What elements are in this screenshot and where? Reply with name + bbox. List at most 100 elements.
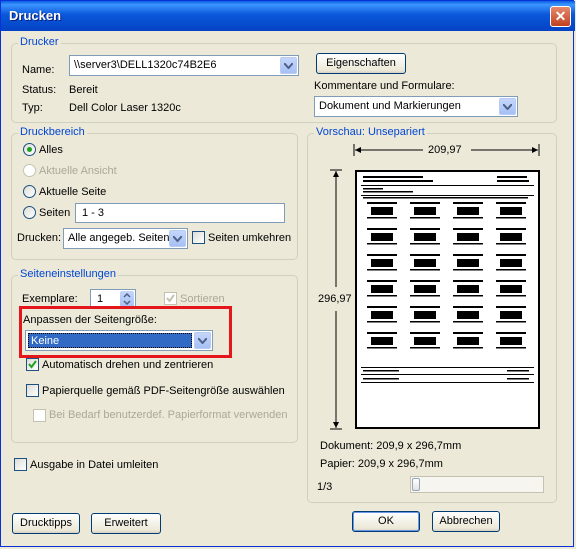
- properties-button-label: Eigenschaften: [326, 57, 396, 69]
- annotation-highlight-box: [19, 306, 232, 358]
- thumbnail-label-text: [410, 202, 440, 204]
- paper-source-label[interactable]: Papierquelle gemäß PDF-Seitengröße auswä…: [42, 385, 285, 397]
- thumbnail-label-text: [453, 269, 483, 271]
- thumbnail-barcode: [500, 311, 522, 319]
- thumbnail-barcode: [500, 259, 522, 267]
- range-current-page-radio[interactable]: [23, 185, 36, 198]
- thumbnail-label-text: [367, 202, 397, 204]
- reverse-pages-label[interactable]: Seiten umkehren: [208, 232, 291, 244]
- thumbnail-label-text: [496, 202, 526, 204]
- thumbnail-label-text: [410, 295, 440, 297]
- pages-input[interactable]: 1 - 3: [75, 203, 285, 223]
- page-preview: [355, 170, 540, 429]
- print-to-file-label[interactable]: Ausgabe in Datei umleiten: [30, 459, 158, 471]
- thumbnail-label-text: [367, 280, 397, 282]
- thumbnail-label-text: [410, 217, 440, 219]
- close-button[interactable]: ✕: [550, 6, 571, 27]
- height-dimension: 296,97: [318, 293, 352, 305]
- range-all-label[interactable]: Alles: [39, 144, 63, 156]
- page-counter: 1/3: [317, 481, 333, 493]
- thumbnail-label-text: [410, 321, 440, 323]
- thumbnail-label-text: [496, 306, 526, 308]
- print-subset-select[interactable]: Alle angegeb. Seiten: [63, 228, 188, 249]
- page-slider-track[interactable]: [410, 476, 544, 493]
- reverse-pages-checkbox[interactable]: [192, 231, 205, 244]
- thumbnail-label-text: [367, 332, 397, 334]
- thumbnail-barcode: [371, 233, 393, 241]
- thumbnail-label-text: [410, 280, 440, 282]
- print-subset-value: Alle angegeb. Seiten: [68, 232, 170, 244]
- thumbnail-barcode: [457, 207, 479, 215]
- auto-rotate-checkbox[interactable]: [26, 358, 39, 371]
- thumbnail-label-text: [453, 228, 483, 230]
- page-thumbnail-image: [361, 176, 534, 383]
- thumbnail-label-text: [496, 347, 526, 349]
- close-icon: ✕: [554, 8, 567, 24]
- range-all-radio[interactable]: [23, 143, 36, 156]
- status-value: Bereit: [69, 84, 98, 96]
- page-setup-title: Seiteneinstellungen: [18, 268, 119, 280]
- paper-size: Papier: 209,9 x 296,7mm: [320, 458, 443, 470]
- comments-value: Dokument und Markierungen: [319, 100, 461, 112]
- thumbnail-barcode: [500, 337, 522, 345]
- thumbnail-barcode: [414, 259, 436, 267]
- thumbnail-barcode: [500, 285, 522, 293]
- printer-name-label: Name:: [22, 64, 55, 76]
- ok-button[interactable]: OK: [352, 511, 420, 532]
- comments-select[interactable]: Dokument und Markierungen: [314, 96, 518, 117]
- copies-label: Exemplare:: [22, 293, 78, 305]
- range-current-view-label: Aktuelle Ansicht: [39, 165, 117, 177]
- thumbnail-barcode: [500, 207, 522, 215]
- advanced-button[interactable]: Erweitert: [91, 513, 161, 534]
- thumbnail-label-text: [496, 295, 526, 297]
- print-to-file-checkbox[interactable]: [14, 458, 27, 471]
- thumbnail-label-text: [496, 228, 526, 230]
- thumbnail-barcode: [414, 233, 436, 241]
- print-tips-button[interactable]: Drucktipps: [12, 513, 80, 534]
- range-pages-radio[interactable]: [23, 206, 36, 219]
- thumbnail-barcode: [371, 207, 393, 215]
- thumbnail-label-text: [367, 243, 397, 245]
- printer-name-value: \\server3\DELL1320c74B2E6: [74, 59, 217, 71]
- range-pages-label[interactable]: Seiten: [39, 207, 70, 219]
- thumbnail-barcode: [457, 285, 479, 293]
- chevron-down-icon[interactable]: [169, 230, 186, 247]
- window-title: Drucken: [9, 8, 62, 23]
- document-size: Dokument: 209,9 x 296,7mm: [320, 440, 462, 452]
- thumbnail-label-text: [496, 321, 526, 323]
- properties-button[interactable]: Eigenschaften: [316, 53, 406, 74]
- thumbnail-label-text: [453, 321, 483, 323]
- chevron-down-icon[interactable]: [280, 57, 297, 74]
- thumbnail-barcode: [371, 259, 393, 267]
- thumbnail-label-text: [496, 254, 526, 256]
- print-subset-label: Drucken:: [17, 232, 62, 244]
- thumbnail-label-text: [496, 332, 526, 334]
- range-current-page-label[interactable]: Aktuelle Seite: [39, 186, 106, 198]
- thumbnail-barcode: [371, 337, 393, 345]
- spinner-icon[interactable]: [120, 291, 134, 307]
- thumbnail-label-text: [453, 306, 483, 308]
- thumbnail-label-text: [410, 347, 440, 349]
- range-current-view-radio: [23, 164, 36, 177]
- ok-label: OK: [378, 515, 394, 527]
- thumbnail-label-text: [453, 202, 483, 204]
- paper-source-checkbox[interactable]: [26, 384, 39, 397]
- thumbnail-barcode: [457, 233, 479, 241]
- type-value: Dell Color Laser 1320c: [69, 102, 181, 114]
- thumbnail-label-text: [367, 228, 397, 230]
- printer-name-select[interactable]: \\server3\DELL1320c74B2E6: [69, 55, 299, 76]
- print-tips-label: Drucktipps: [20, 517, 72, 529]
- copies-value: 1: [97, 293, 104, 305]
- auto-rotate-label[interactable]: Automatisch drehen und zentrieren: [42, 359, 213, 371]
- cancel-label: Abbrechen: [439, 515, 493, 527]
- thumbnail-label-text: [496, 280, 526, 282]
- thumbnail-barcode: [457, 337, 479, 345]
- chevron-down-icon[interactable]: [499, 98, 516, 115]
- thumbnail-label-text: [453, 254, 483, 256]
- cancel-button[interactable]: Abbrechen: [432, 511, 500, 532]
- collate-checkbox: [164, 292, 177, 305]
- thumbnail-label-text: [367, 321, 397, 323]
- collate-label: Sortieren: [180, 293, 225, 305]
- thumbnail-label-text: [410, 254, 440, 256]
- page-slider-thumb[interactable]: [412, 478, 420, 491]
